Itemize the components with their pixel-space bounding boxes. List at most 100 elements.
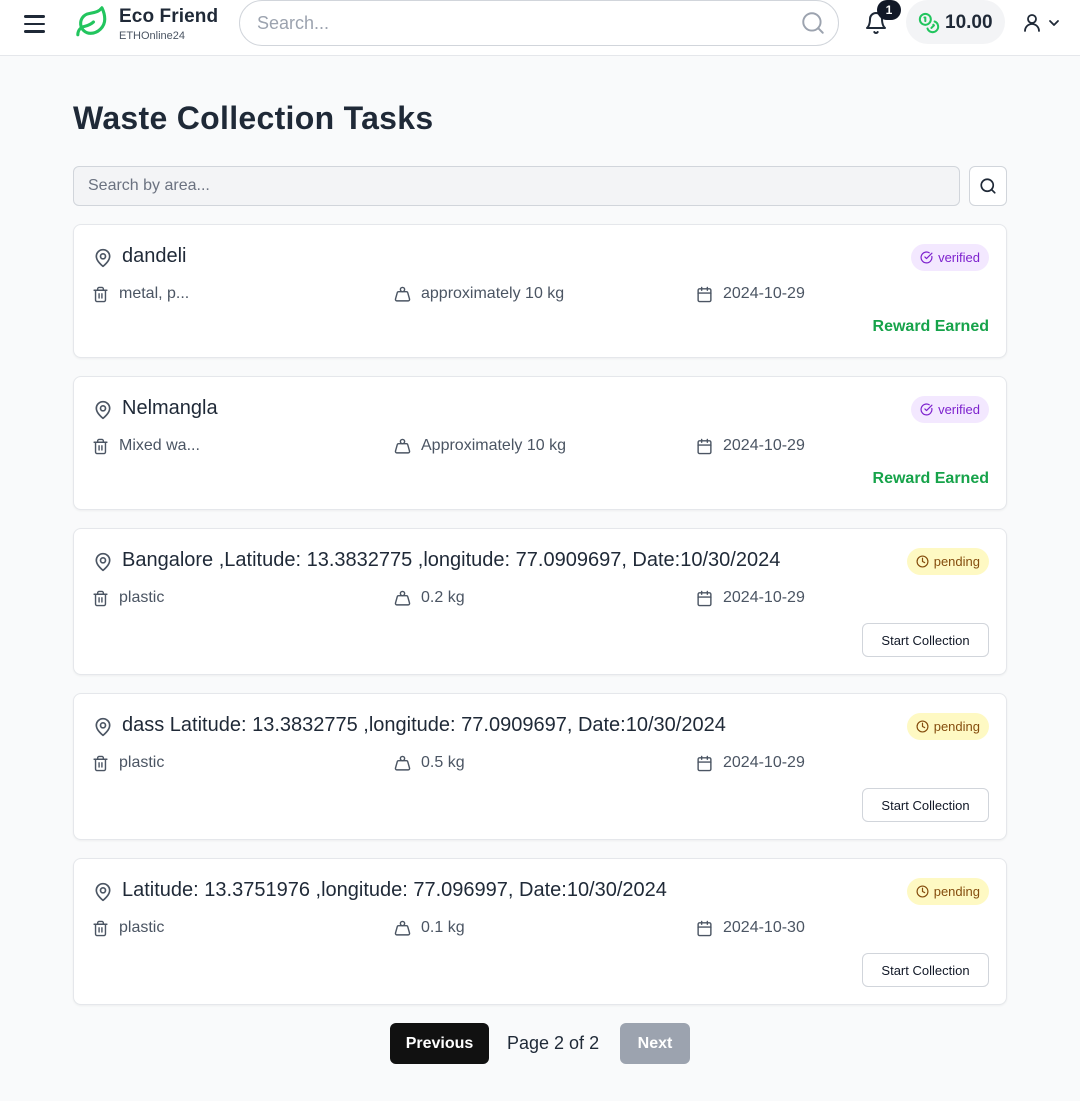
status-label: verified <box>938 250 980 265</box>
waste-amount: 0.2 kg <box>394 587 465 609</box>
task-card: dass Latitude: 13.3832775 ,longitude: 77… <box>73 693 1007 840</box>
top-header: Eco Friend ETHOnline24 1 10.00 <box>0 0 1080 56</box>
reward-earned-label: Reward Earned <box>872 470 989 487</box>
global-search <box>239 0 839 46</box>
map-pin-icon <box>95 400 111 420</box>
map-pin-icon <box>95 552 111 572</box>
menu-button[interactable] <box>24 10 52 38</box>
status-label: pending <box>933 884 980 899</box>
waste-type: plastic <box>92 752 164 774</box>
waste-type: Mixed wa... <box>92 435 200 457</box>
status-badge: pending <box>906 878 989 905</box>
task-date: 2024-10-29 <box>696 435 805 457</box>
waste-type-text: plastic <box>119 754 165 771</box>
weight-icon <box>394 286 411 302</box>
waste-type-text: metal, p... <box>119 285 190 302</box>
task-date-text: 2024-10-29 <box>723 589 805 606</box>
task-card: Bangalore ,Latitude: 13.3832775 ,longitu… <box>73 528 1007 675</box>
waste-type: plastic <box>92 917 164 939</box>
task-date-text: 2024-10-29 <box>723 285 805 302</box>
circle-check-icon <box>920 403 933 416</box>
area-search-button[interactable] <box>969 166 1007 206</box>
waste-type-text: Mixed wa... <box>119 437 200 454</box>
calendar-icon <box>697 438 712 454</box>
weight-icon <box>394 920 411 936</box>
area-search <box>73 166 960 206</box>
coins-icon <box>918 12 940 34</box>
calendar-icon <box>697 286 712 302</box>
waste-type-text: plastic <box>119 919 165 936</box>
start-collection-button[interactable]: Start Collection <box>862 623 989 657</box>
task-date: 2024-10-29 <box>696 752 805 774</box>
area-search-input[interactable] <box>74 167 959 205</box>
task-date-text: 2024-10-30 <box>723 919 805 936</box>
menu-icon-bar <box>24 22 45 26</box>
weight-icon <box>394 438 411 454</box>
clock-icon <box>916 720 929 733</box>
task-card: Nelmangla verified Mixed wa... Approxima… <box>73 376 1007 510</box>
next-page-button[interactable]: Next <box>620 1023 690 1064</box>
page-title: Waste Collection Tasks <box>73 100 434 136</box>
task-location: Bangalore ,Latitude: 13.3832775 ,longitu… <box>122 549 781 571</box>
task-location: dass Latitude: 13.3832775 ,longitude: 77… <box>122 714 726 736</box>
waste-type: metal, p... <box>92 283 189 305</box>
start-collection-button[interactable]: Start Collection <box>862 788 989 822</box>
status-badge: pending <box>906 548 989 575</box>
task-location: dandeli <box>122 245 187 267</box>
task-date: 2024-10-29 <box>696 283 805 305</box>
waste-amount: 0.5 kg <box>394 752 465 774</box>
balance-amount: 10.00 <box>945 12 993 33</box>
waste-amount: approximately 10 kg <box>394 283 564 305</box>
status-label: verified <box>938 402 980 417</box>
waste-type: plastic <box>92 587 164 609</box>
page-indicator: Page 2 of 2 <box>507 1033 600 1053</box>
clock-icon <box>916 555 929 568</box>
map-pin-icon <box>95 248 111 268</box>
trash-icon <box>93 755 108 771</box>
status-label: pending <box>933 719 980 734</box>
circle-check-icon <box>920 251 933 264</box>
calendar-icon <box>697 920 712 936</box>
start-collection-button[interactable]: Start Collection <box>862 953 989 987</box>
notification-badge[interactable]: 1 <box>877 0 901 20</box>
menu-icon-bar <box>24 15 45 18</box>
waste-amount-text: Approximately 10 kg <box>421 437 566 454</box>
balance-pill[interactable]: 10.00 <box>906 0 1005 44</box>
trash-icon <box>93 286 108 302</box>
task-date: 2024-10-29 <box>696 587 805 609</box>
trash-icon <box>93 438 108 454</box>
task-location: Nelmangla <box>122 397 218 419</box>
waste-amount: 0.1 kg <box>394 917 465 939</box>
menu-icon-bar <box>24 30 45 33</box>
task-date: 2024-10-30 <box>696 917 805 939</box>
previous-page-button[interactable]: Previous <box>390 1023 489 1064</box>
trash-icon <box>93 920 108 936</box>
task-location: Latitude: 13.3751976 ,longitude: 77.0969… <box>122 879 667 901</box>
task-card: Latitude: 13.3751976 ,longitude: 77.0969… <box>73 858 1007 1005</box>
status-badge: verified <box>911 396 989 423</box>
brand-title[interactable]: Eco Friend <box>119 6 218 28</box>
weight-icon <box>394 755 411 771</box>
waste-amount-text: 0.2 kg <box>421 589 465 606</box>
task-card: dandeli verified metal, p... approximate… <box>73 224 1007 358</box>
calendar-icon <box>697 590 712 606</box>
waste-amount-text: approximately 10 kg <box>421 285 565 302</box>
map-pin-icon <box>95 717 111 737</box>
task-date-text: 2024-10-29 <box>723 754 805 771</box>
user-menu[interactable] <box>1022 12 1064 34</box>
leaf-icon[interactable] <box>75 5 109 39</box>
brand-subtitle: ETHOnline24 <box>119 30 186 42</box>
trash-icon <box>93 590 108 606</box>
global-search-input[interactable] <box>257 1 777 45</box>
status-badge: pending <box>906 713 989 740</box>
calendar-icon <box>697 755 712 771</box>
search-icon <box>980 178 996 194</box>
search-icon[interactable] <box>800 10 826 36</box>
clock-icon <box>916 885 929 898</box>
status-label: pending <box>933 554 980 569</box>
waste-amount-text: 0.5 kg <box>421 754 465 771</box>
waste-type-text: plastic <box>119 589 165 606</box>
waste-amount: Approximately 10 kg <box>394 435 566 457</box>
reward-earned-label: Reward Earned <box>872 318 989 335</box>
weight-icon <box>394 590 411 606</box>
